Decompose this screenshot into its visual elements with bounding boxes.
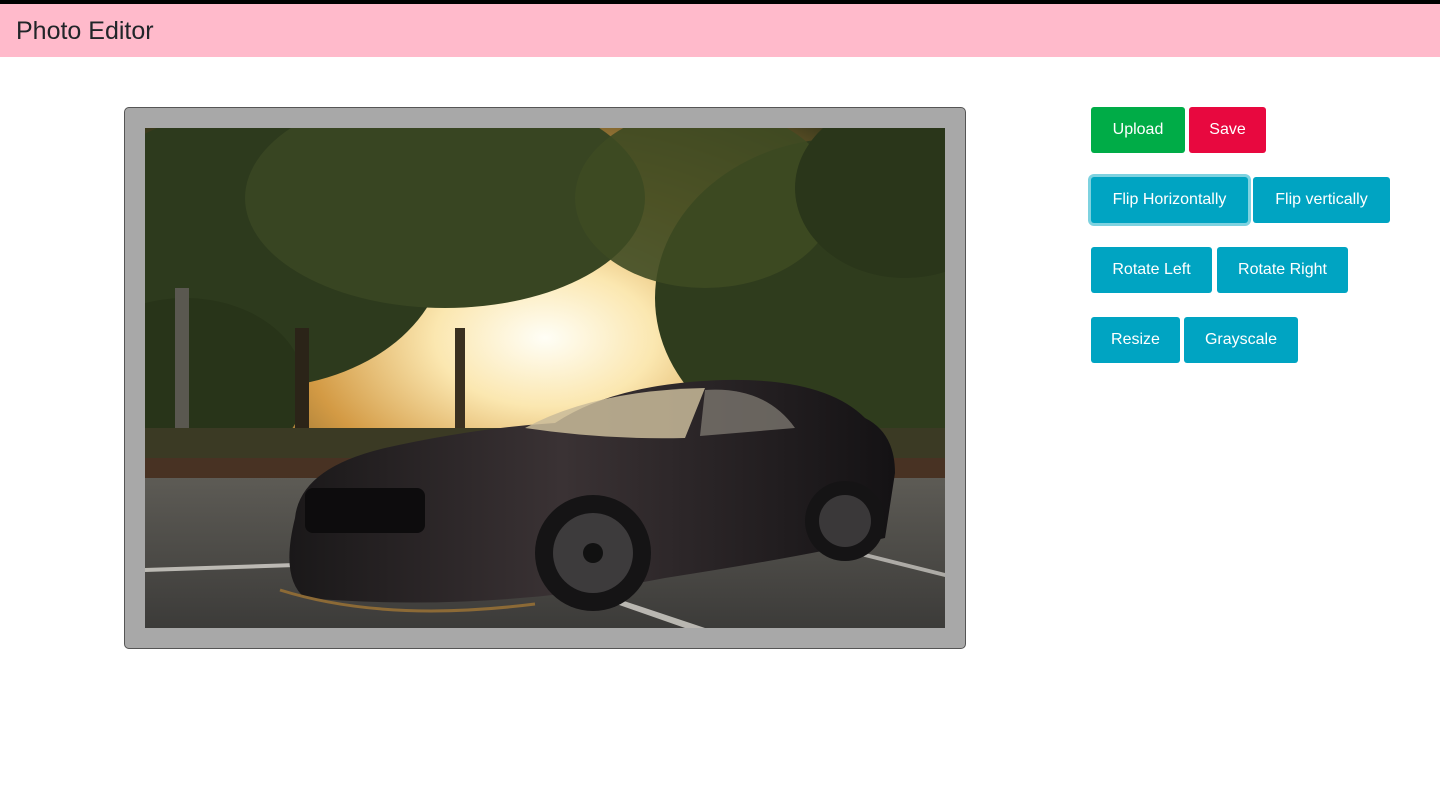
rotate-right-button[interactable]: Rotate Right bbox=[1217, 247, 1348, 293]
upload-button[interactable]: Upload bbox=[1091, 107, 1185, 153]
resize-button[interactable]: Resize bbox=[1091, 317, 1180, 363]
app-header: Photo Editor bbox=[0, 4, 1440, 57]
edited-photo bbox=[145, 128, 945, 628]
app-title: Photo Editor bbox=[16, 17, 154, 45]
flip-horizontal-button[interactable]: Flip Horizontally bbox=[1091, 177, 1248, 223]
grayscale-button[interactable]: Grayscale bbox=[1184, 317, 1298, 363]
flip-vertical-button[interactable]: Flip vertically bbox=[1253, 177, 1390, 223]
image-canvas-frame bbox=[124, 107, 966, 649]
rotate-left-button[interactable]: Rotate Left bbox=[1091, 247, 1212, 293]
save-button[interactable]: Save bbox=[1189, 107, 1266, 153]
